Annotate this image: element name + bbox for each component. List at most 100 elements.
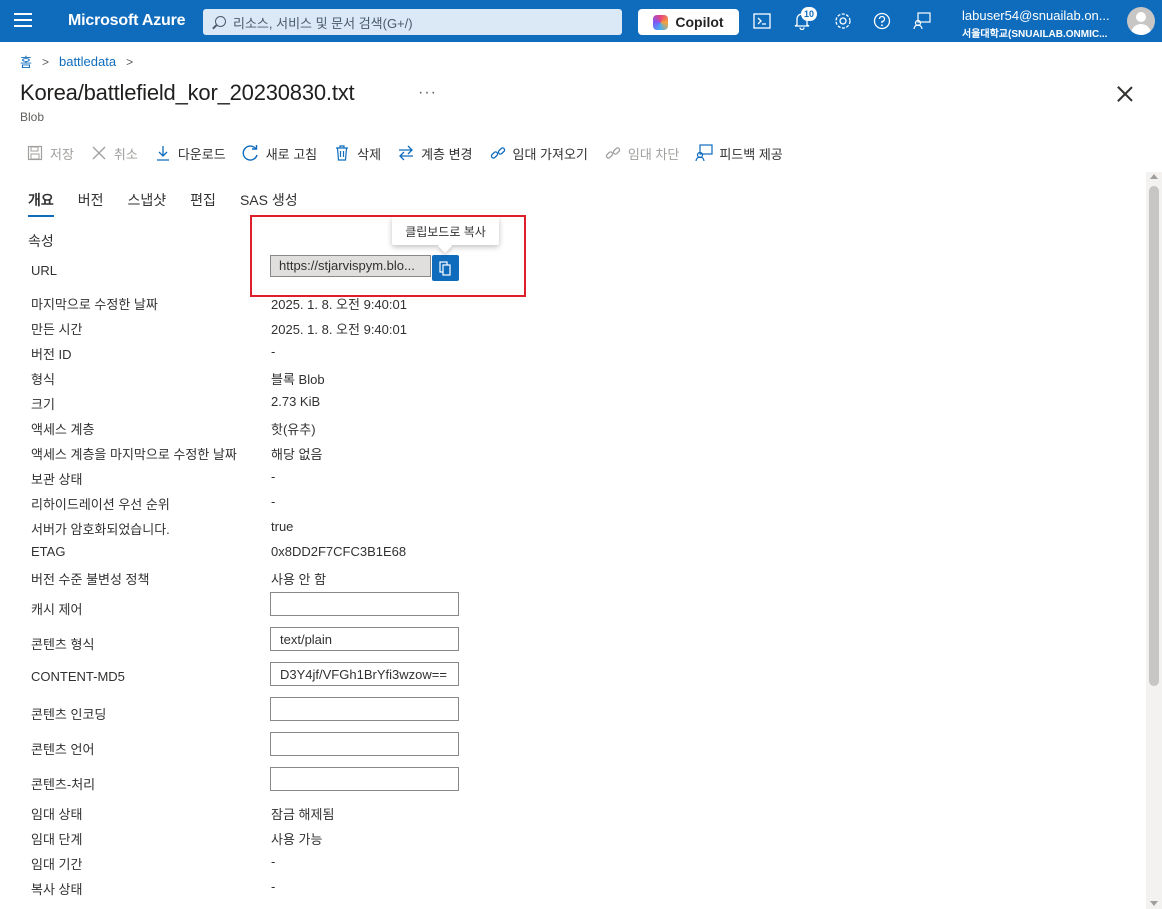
delete-button[interactable]: 삭제 [333,142,381,164]
acquire-lease-label: 임대 가져오기 [512,146,588,162]
lease-value: - [271,879,276,894]
highlight-annotation-box [250,215,526,297]
cancel-button[interactable]: 취소 [90,142,138,164]
prop-label: 크기 [31,397,55,412]
properties-section-title: 속성 [28,233,54,249]
prop-value: 블록 Blob [271,372,325,387]
scroll-up-icon[interactable] [1150,174,1158,179]
change-tier-button[interactable]: 계층 변경 [397,142,473,164]
global-search-input[interactable]: 리소스, 서비스 및 문서 검색(G+/) [203,9,622,35]
settings-gear-icon[interactable] [833,11,853,31]
prop-value: 0x8DD2F7CFC3B1E68 [271,544,407,559]
link-icon [489,144,507,162]
breadcrumb-home[interactable]: 홈 [20,52,32,71]
content-encoding-field[interactable] [270,697,459,721]
prop-value: 2025. 1. 8. 오전 9:40:01 [271,322,407,337]
break-lease-button[interactable]: 임대 차단 [604,142,679,164]
refresh-label: 새로 고침 [265,146,318,162]
scroll-down-icon[interactable] [1150,901,1158,906]
content-language-field[interactable] [270,732,459,756]
refresh-icon [242,144,260,162]
content-encoding-label: 콘텐츠 인코딩 [31,707,107,722]
refresh-button[interactable]: 새로 고침 [242,142,317,164]
cloud-shell-icon[interactable] [752,11,772,31]
more-options-icon[interactable]: ··· [418,84,437,102]
scrollbar-thumb[interactable] [1149,186,1159,686]
prop-value: 핫(유추) [271,422,316,437]
command-toolbar: 저장 취소 다운로드 새로 고침 삭제 계층 변경 임대 가져오기 임대 차단 … [26,142,799,164]
save-button[interactable]: 저장 [26,142,74,164]
feedback-button[interactable]: 피드백 제공 [695,142,783,164]
acquire-lease-button[interactable]: 임대 가져오기 [489,142,588,164]
prop-label: 보관 상태 [31,472,83,487]
cache-control-field[interactable] [270,592,459,616]
content-md5-label: CONTENT-MD5 [31,669,125,684]
chevron-right-icon: > [41,54,49,69]
prop-value: 2025. 1. 8. 오전 9:40:01 [271,297,407,312]
prop-label: 액세스 계층 [31,422,95,437]
tab-snapshots[interactable]: 스냅샷 [128,190,167,217]
avatar[interactable] [1127,7,1155,35]
vertical-scrollbar[interactable] [1146,172,1162,909]
content-md5-field[interactable] [270,662,459,686]
swap-arrows-icon [397,144,415,162]
prop-label: 서버가 암호화되었습니다. [31,522,170,537]
lease-value: 사용 가능 [271,832,323,847]
feedback-icon [695,144,713,162]
broken-link-icon [604,144,622,162]
breadcrumb: 홈 > battledata > [20,52,133,71]
download-button[interactable]: 다운로드 [154,142,226,164]
top-navigation-bar: Microsoft Azure 리소스, 서비스 및 문서 검색(G+/) Co… [0,0,1162,42]
prop-label: 리하이드레이션 우선 순위 [31,497,170,512]
prop-label: 마지막으로 수정한 날짜 [31,297,158,312]
cancel-icon [90,144,108,162]
cancel-label: 취소 [113,146,138,162]
content-disposition-field[interactable] [270,767,459,791]
page-title: Korea/battlefield_kor_20230830.txt [20,80,355,105]
prop-label: 액세스 계층을 마지막으로 수정한 날짜 [31,447,237,462]
cache-control-label: 캐시 제어 [31,602,83,617]
download-label: 다운로드 [177,146,226,162]
copilot-button[interactable]: Copilot [638,9,739,35]
blob-tabs: 개요 버전 스냅샷 편집 SAS 생성 [28,190,322,217]
notification-count-badge: 10 [801,7,817,21]
prop-value: 해당 없음 [271,447,323,462]
search-icon [215,15,226,27]
trash-icon [333,144,351,162]
lease-label: 임대 기간 [31,857,83,872]
lease-label: 임대 단계 [31,832,83,847]
tab-versions[interactable]: 버전 [78,190,104,217]
prop-value: - [271,494,276,509]
tab-generate-sas[interactable]: SAS 생성 [240,190,298,217]
account-info[interactable]: labuser54@snuailab.on... 서울대학교(SNUAILAB.… [962,8,1110,40]
delete-label: 삭제 [357,146,382,162]
close-icon[interactable] [1117,86,1133,102]
lease-label: 임대 상태 [31,807,83,822]
tab-edit[interactable]: 편집 [190,190,216,217]
azure-brand[interactable]: Microsoft Azure [68,12,186,30]
feedback-person-icon[interactable] [912,11,932,31]
user-tenant: 서울대학교(SNUAILAB.ONMIC... [962,29,1108,40]
copilot-label: Copilot [675,14,724,30]
chevron-right-icon: > [126,54,134,69]
search-placeholder: 리소스, 서비스 및 문서 검색(G+/) [233,15,413,31]
prop-label: 버전 ID [31,347,72,362]
prop-label: 형식 [31,372,55,387]
content-disposition-label: 콘텐츠-처리 [31,777,96,792]
prop-label: ETAG [31,544,66,559]
breadcrumb-parent[interactable]: battledata [59,54,116,69]
break-lease-label: 임대 차단 [627,146,680,162]
lease-value: 잠금 해제됨 [271,807,335,822]
prop-value: - [271,469,276,484]
download-icon [154,144,172,162]
save-label: 저장 [50,146,74,162]
user-email: labuser54@snuailab.on... [962,8,1110,23]
content-language-label: 콘텐츠 언어 [31,742,95,757]
tab-overview[interactable]: 개요 [28,190,54,217]
copilot-icon [653,14,669,30]
prop-value: - [271,344,276,359]
prop-value: 2.73 KiB [271,394,321,409]
help-icon[interactable] [872,11,892,31]
content-type-field[interactable] [270,627,459,651]
menu-icon[interactable] [14,13,32,29]
